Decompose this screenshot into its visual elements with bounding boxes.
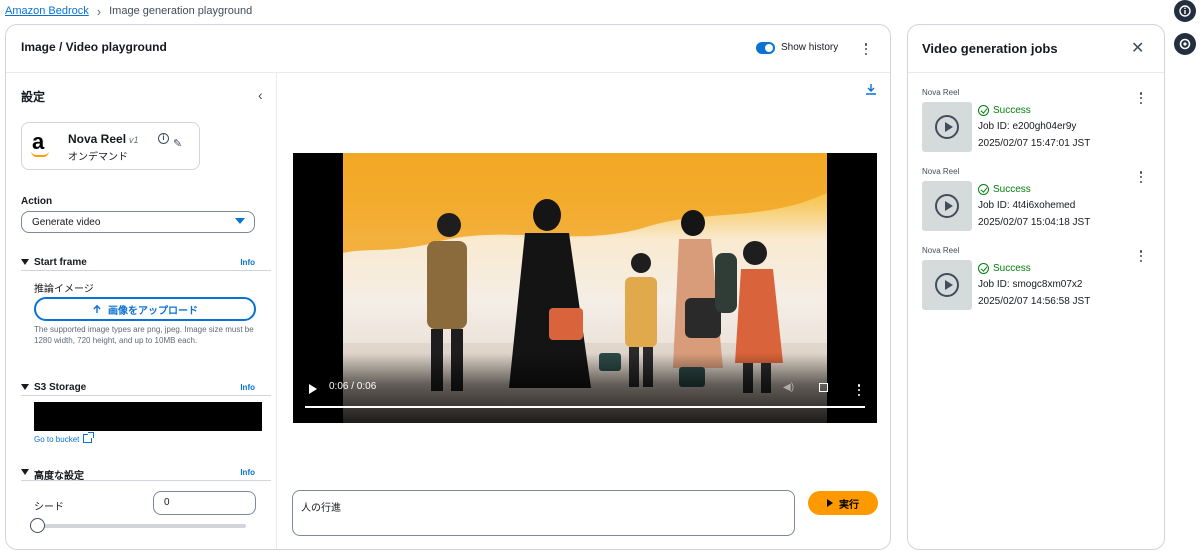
job-time: 2025/02/07 15:47:01 JST [978,138,1091,149]
more-vertical-icon[interactable] [1135,91,1147,105]
start-frame-info-link[interactable]: Info [240,258,255,267]
settings-panel: 設定 ‹ a Nova Reel v1 i ✎ オンデマンド Action Gen… [6,73,277,549]
job-id: Job ID: 4t4i6xohemed [978,200,1076,211]
download-icon[interactable] [865,83,877,95]
breadcrumb-separator-icon: › [96,3,102,19]
s3-storage-title: S3 Storage [34,382,87,393]
settings-title: 設定 [21,90,46,104]
feedback-icon[interactable] [1174,33,1196,55]
chevron-left-icon[interactable]: ‹ [258,87,263,103]
go-to-bucket-link[interactable]: Go to bucket [34,432,95,444]
show-history-toggle[interactable] [756,42,775,54]
more-vertical-icon[interactable] [860,42,872,56]
caret-down-icon [235,218,245,224]
external-link-icon [83,432,95,443]
play-circle-icon [935,194,959,218]
action-select[interactable]: Generate video [21,211,255,233]
fullscreen-icon[interactable] [819,383,828,392]
more-vertical-icon[interactable] [1135,249,1147,263]
job-time: 2025/02/07 14:56:58 JST [978,296,1091,307]
video-more-icon[interactable] [853,383,865,397]
job-item: Nova Reel Success Job ID: smogc8xm07x2 2… [922,246,1152,318]
seed-slider-track[interactable] [36,524,246,528]
info-icon[interactable] [1174,0,1196,22]
run-button[interactable]: 実行 [808,491,878,515]
inference-image-label: 推論イメージ [34,284,94,295]
prompt-input[interactable]: 人の行進 [292,490,795,536]
s3-storage-section[interactable]: S3 Storage Info [21,382,271,396]
seed-slider-thumb[interactable] [30,518,45,533]
advanced-settings-title: 高度な設定 [34,471,84,482]
amazon-logo: a [32,129,45,154]
upload-help-text: The supported image types are png, jpeg.… [34,325,254,345]
volume-icon[interactable]: ◀) [783,382,794,393]
check-circle-icon [978,105,989,116]
job-model: Nova Reel [922,246,960,255]
job-time: 2025/02/07 15:04:18 JST [978,217,1091,228]
check-circle-icon [978,263,989,274]
job-item: Nova Reel Success Job ID: 4t4i6xohemed 2… [922,167,1152,239]
s3-bucket-field-redacted[interactable] [34,402,262,431]
video-time: 0:06 / 0:06 [329,381,377,392]
job-status: Success [978,263,1031,274]
video-player[interactable]: 0:06 / 0:06 ◀) [293,153,877,423]
breadcrumb-current: Image generation playground [109,5,253,17]
job-id: Job ID: smogc8xm07x2 [978,279,1083,290]
start-frame-section[interactable]: Start frame Info [21,257,271,271]
s3-info-link[interactable]: Info [240,383,255,392]
action-select-value: Generate video [32,217,101,228]
expand-triangle-icon [21,259,29,265]
expand-triangle-icon [21,384,29,390]
close-icon[interactable]: ✕ [1131,38,1144,58]
action-label: Action [21,196,53,207]
show-history-label: Show history [781,42,839,53]
edit-icon[interactable]: ✎ [173,137,182,150]
advanced-info-link[interactable]: Info [240,468,255,477]
more-vertical-icon[interactable] [1135,170,1147,184]
model-mode: オンデマンド [68,152,128,163]
upload-image-button[interactable]: 画像をアップロード [34,297,256,321]
play-icon [827,499,833,507]
run-button-label: 実行 [839,499,859,511]
job-item: Nova Reel Success Job ID: e200gh04er9y 2… [922,88,1152,160]
expand-triangle-icon [21,469,29,475]
page-title: Image / Video playground [21,40,167,54]
play-circle-icon [935,273,959,297]
upload-image-label: 画像をアップロード [108,305,198,317]
play-circle-icon [935,115,959,139]
job-thumbnail[interactable] [922,181,972,231]
model-card[interactable]: a Nova Reel v1 i ✎ オンデマンド [21,122,200,170]
model-name: Nova Reel v1 [68,132,139,146]
seed-input[interactable]: 0 [153,491,256,515]
play-icon[interactable] [309,384,317,394]
seed-label: シード [34,502,64,513]
video-progress-bar[interactable] [305,406,865,408]
job-model: Nova Reel [922,88,960,97]
advanced-settings-section[interactable]: 高度な設定 Info [21,467,271,482]
start-frame-title: Start frame [34,257,87,268]
breadcrumb: Amazon Bedrock › Image generation playgr… [5,3,252,19]
jobs-title: Video generation jobs [922,41,1058,56]
model-version: v1 [129,135,139,145]
jobs-header: Video generation jobs ✕ [908,25,1164,73]
upload-icon [93,304,101,313]
job-model: Nova Reel [922,167,960,176]
amazon-smile-icon [31,151,49,157]
job-thumbnail[interactable] [922,102,972,152]
model-info-icon[interactable]: i [158,133,169,144]
breadcrumb-link-bedrock[interactable]: Amazon Bedrock [5,5,89,17]
video-jobs-panel: Video generation jobs ✕ Nova Reel Succes… [907,24,1165,550]
job-thumbnail[interactable] [922,260,972,310]
check-circle-icon [978,184,989,195]
playground-header: Image / Video playground Show history [6,25,890,73]
job-status: Success [978,184,1031,195]
playground-panel: Image / Video playground Show history 設定… [5,24,891,550]
job-status: Success [978,105,1031,116]
job-id: Job ID: e200gh04er9y [978,121,1077,132]
